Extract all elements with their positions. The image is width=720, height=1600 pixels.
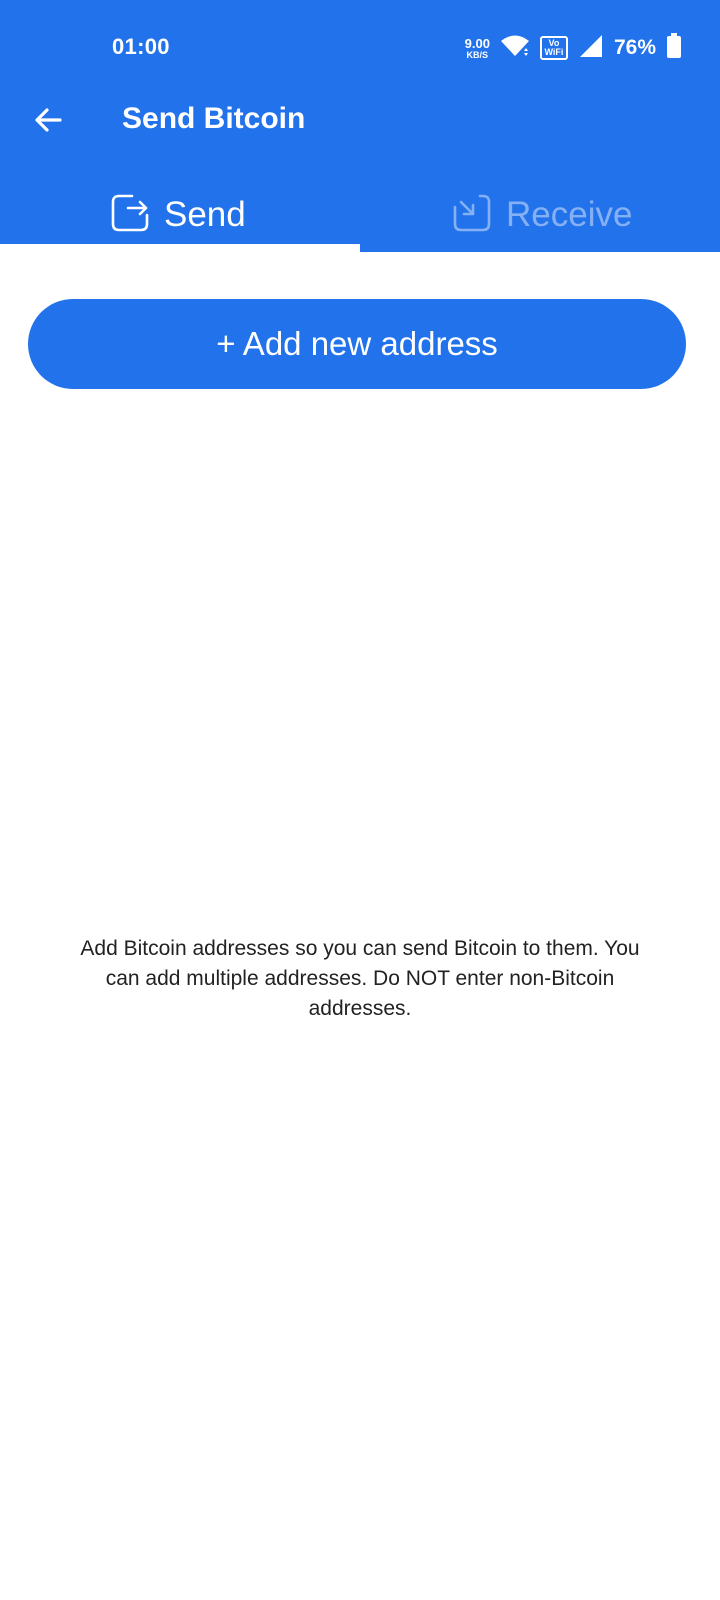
battery-percent: 76% [613, 36, 656, 59]
empty-state-message: Add Bitcoin addresses so you can send Bi… [80, 937, 640, 1020]
vowifi-icon: Vo WiFi [539, 36, 568, 60]
receive-in-icon [452, 193, 492, 238]
add-new-address-button[interactable]: + Add new address [28, 299, 686, 389]
network-speed-value: 9.00 [464, 35, 490, 51]
signal-icon [578, 33, 604, 64]
active-tab-indicator [0, 244, 360, 252]
network-speed-unit: KB/S [466, 49, 489, 60]
network-speed: 9.00 KB/S [465, 37, 490, 60]
battery-icon [666, 32, 682, 64]
status-time: 01:00 [112, 34, 170, 59]
page-title: Send Bitcoin [122, 102, 306, 135]
tab-send-label: Send [164, 195, 246, 234]
tab-receive-label: Receive [506, 195, 633, 234]
vowifi-bottom-label: WiFi [544, 47, 564, 57]
wifi-icon [500, 34, 530, 63]
back-button[interactable] [26, 100, 70, 144]
app-header: 01:00 9.00 KB/S Vo WiFi 76% Send Bitcoin… [0, 0, 720, 252]
send-out-icon [110, 193, 150, 238]
arrow-left-icon [32, 104, 64, 141]
status-icons: 9.00 KB/S Vo WiFi 76% [465, 32, 682, 64]
tab-send[interactable]: Send [110, 186, 246, 244]
tab-receive[interactable]: Receive [452, 186, 632, 244]
